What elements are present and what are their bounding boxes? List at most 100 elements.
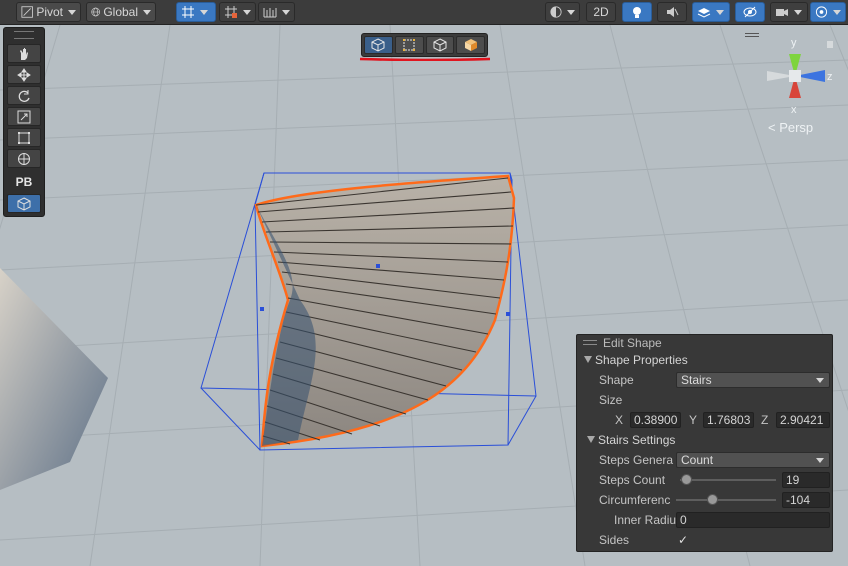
bounds-icon — [403, 39, 416, 51]
camera-dropdown[interactable] — [770, 2, 808, 22]
steps-generation-dropdown[interactable]: Count — [676, 452, 830, 468]
pivot-label: Pivot — [36, 5, 63, 19]
inner-radius-row: Inner Radiu 0 — [577, 510, 834, 530]
gizmos-dropdown[interactable] — [810, 2, 846, 22]
chevron-down-icon — [143, 9, 151, 15]
circumference-row: Circumferenc -104 — [577, 490, 834, 510]
gizmo-z-label: z — [827, 71, 833, 83]
stairs-settings-label: Stairs Settings — [598, 433, 676, 447]
edit-shape-title: Edit Shape — [603, 336, 662, 350]
ruler-icon — [263, 8, 277, 18]
shape-properties-label: Shape Properties — [595, 353, 688, 367]
edit-shape-title-bar[interactable]: Edit Shape — [577, 335, 832, 351]
panel-grip[interactable] — [583, 340, 597, 345]
hand-icon — [20, 47, 28, 60]
size-y-field[interactable]: 1.76803 — [703, 412, 754, 428]
grid-snap-button[interactable] — [176, 2, 216, 22]
hand-tool-button[interactable] — [7, 44, 41, 63]
size-z-label: Z — [761, 413, 769, 427]
circumference-slider-knob[interactable] — [707, 494, 718, 505]
gizmo-center-cube[interactable] — [789, 70, 801, 82]
gizmo-y-label: y — [791, 37, 797, 49]
circumference-field[interactable]: -104 — [782, 492, 830, 508]
shape-row: Shape Stairs — [577, 370, 834, 390]
chevron-down-icon — [833, 9, 841, 15]
overlay-grip[interactable] — [745, 33, 759, 37]
foldout-arrow-icon — [584, 356, 592, 363]
lighting-toggle[interactable] — [622, 2, 652, 22]
global-dropdown[interactable]: Global — [86, 2, 156, 22]
panel-grip[interactable] — [14, 31, 34, 39]
inner-radius-label: Inner Radiu — [614, 513, 676, 527]
grid-snap-icon — [182, 6, 194, 18]
effects-dropdown[interactable] — [692, 2, 730, 22]
steps-count-slider-knob[interactable] — [681, 474, 692, 485]
cube-wireframe-icon — [17, 196, 31, 211]
pivot-dropdown[interactable]: Pivot — [16, 2, 81, 22]
effects-layers-icon — [697, 8, 711, 18]
scene-visibility-toggle[interactable] — [735, 2, 765, 22]
size-x-field[interactable]: 0.38900 — [630, 412, 681, 428]
mode-2d-toggle[interactable]: 2D — [586, 2, 616, 22]
shape-properties-foldout[interactable]: Shape Properties — [577, 350, 834, 370]
size-z-field[interactable]: 2.90421 — [776, 412, 830, 428]
steps-generation-row: Steps Genera Count — [577, 450, 834, 470]
chevron-down-icon — [567, 9, 575, 15]
increment-snap-button[interactable] — [219, 2, 256, 22]
move-tool-button[interactable] — [7, 65, 41, 84]
pivot-icon — [21, 6, 33, 18]
shape-type-dropdown[interactable]: Stairs — [676, 372, 830, 388]
scene-toolbar: Pivot Global 2D — [0, 0, 848, 25]
projection-label[interactable]: < Persp — [768, 120, 813, 135]
increment-snap-icon — [225, 6, 237, 18]
cube-object-icon — [371, 38, 385, 52]
chevron-down-icon — [816, 378, 824, 383]
cube-solid-icon — [464, 39, 477, 51]
object-mode-button[interactable] — [364, 36, 393, 54]
chevron-down-icon — [68, 9, 76, 15]
mode-2d-label: 2D — [593, 5, 609, 19]
sides-label: Sides — [599, 533, 630, 547]
shading-mode-dropdown[interactable] — [545, 2, 580, 22]
globe-icon — [91, 7, 100, 17]
bounds-mode-button[interactable] — [394, 36, 424, 54]
background-cube — [0, 268, 108, 490]
transform-tool-button[interactable] — [7, 149, 41, 168]
rect-tool-button[interactable] — [7, 128, 41, 147]
size-x-label: X — [615, 413, 624, 427]
inner-radius-field[interactable]: 0 — [676, 512, 830, 528]
probuilder-shape-tool-button[interactable] — [7, 194, 41, 213]
edit-shape-panel: Edit Shape Shape Properties Shape Stairs… — [576, 334, 833, 552]
audio-toggle[interactable] — [657, 2, 687, 22]
size-y-label: Y — [689, 413, 698, 427]
size-label: Size — [599, 393, 623, 407]
chevron-down-icon — [794, 9, 802, 15]
chevron-down-icon — [716, 9, 724, 15]
steps-count-slider-track[interactable] — [680, 479, 776, 481]
steps-generation-value: Count — [681, 453, 714, 467]
audio-muted-icon — [667, 7, 679, 17]
eye-hidden-icon — [743, 6, 757, 18]
edit-mode-button[interactable] — [456, 36, 485, 54]
scale-tool-button[interactable] — [7, 107, 41, 126]
circumference-slider-track[interactable] — [676, 499, 776, 501]
move-arrows-icon — [17, 67, 31, 82]
steps-count-field[interactable]: 19 — [782, 472, 830, 488]
annotation-underline — [359, 57, 491, 61]
probuilder-label: PB — [15, 175, 33, 189]
shading-sphere-icon — [550, 6, 562, 18]
circumference-label: Circumferenc — [599, 493, 671, 507]
rotate-icon — [18, 89, 30, 102]
face-mode-button[interactable] — [425, 36, 455, 54]
chevron-down-icon — [816, 458, 824, 463]
rotate-tool-button[interactable] — [7, 86, 41, 105]
sides-row: Sides ✓ — [577, 530, 834, 550]
lock-icon[interactable] — [827, 41, 833, 48]
transform-all-icon — [18, 152, 30, 165]
scale-icon — [17, 110, 31, 123]
stairs-settings-foldout[interactable]: Stairs Settings — [577, 430, 834, 450]
steps-generation-label: Steps Genera — [599, 453, 674, 467]
ruler-button[interactable] — [258, 2, 295, 22]
tools-overlay: PB — [3, 27, 45, 217]
sides-checkbox[interactable]: ✓ — [676, 533, 690, 547]
